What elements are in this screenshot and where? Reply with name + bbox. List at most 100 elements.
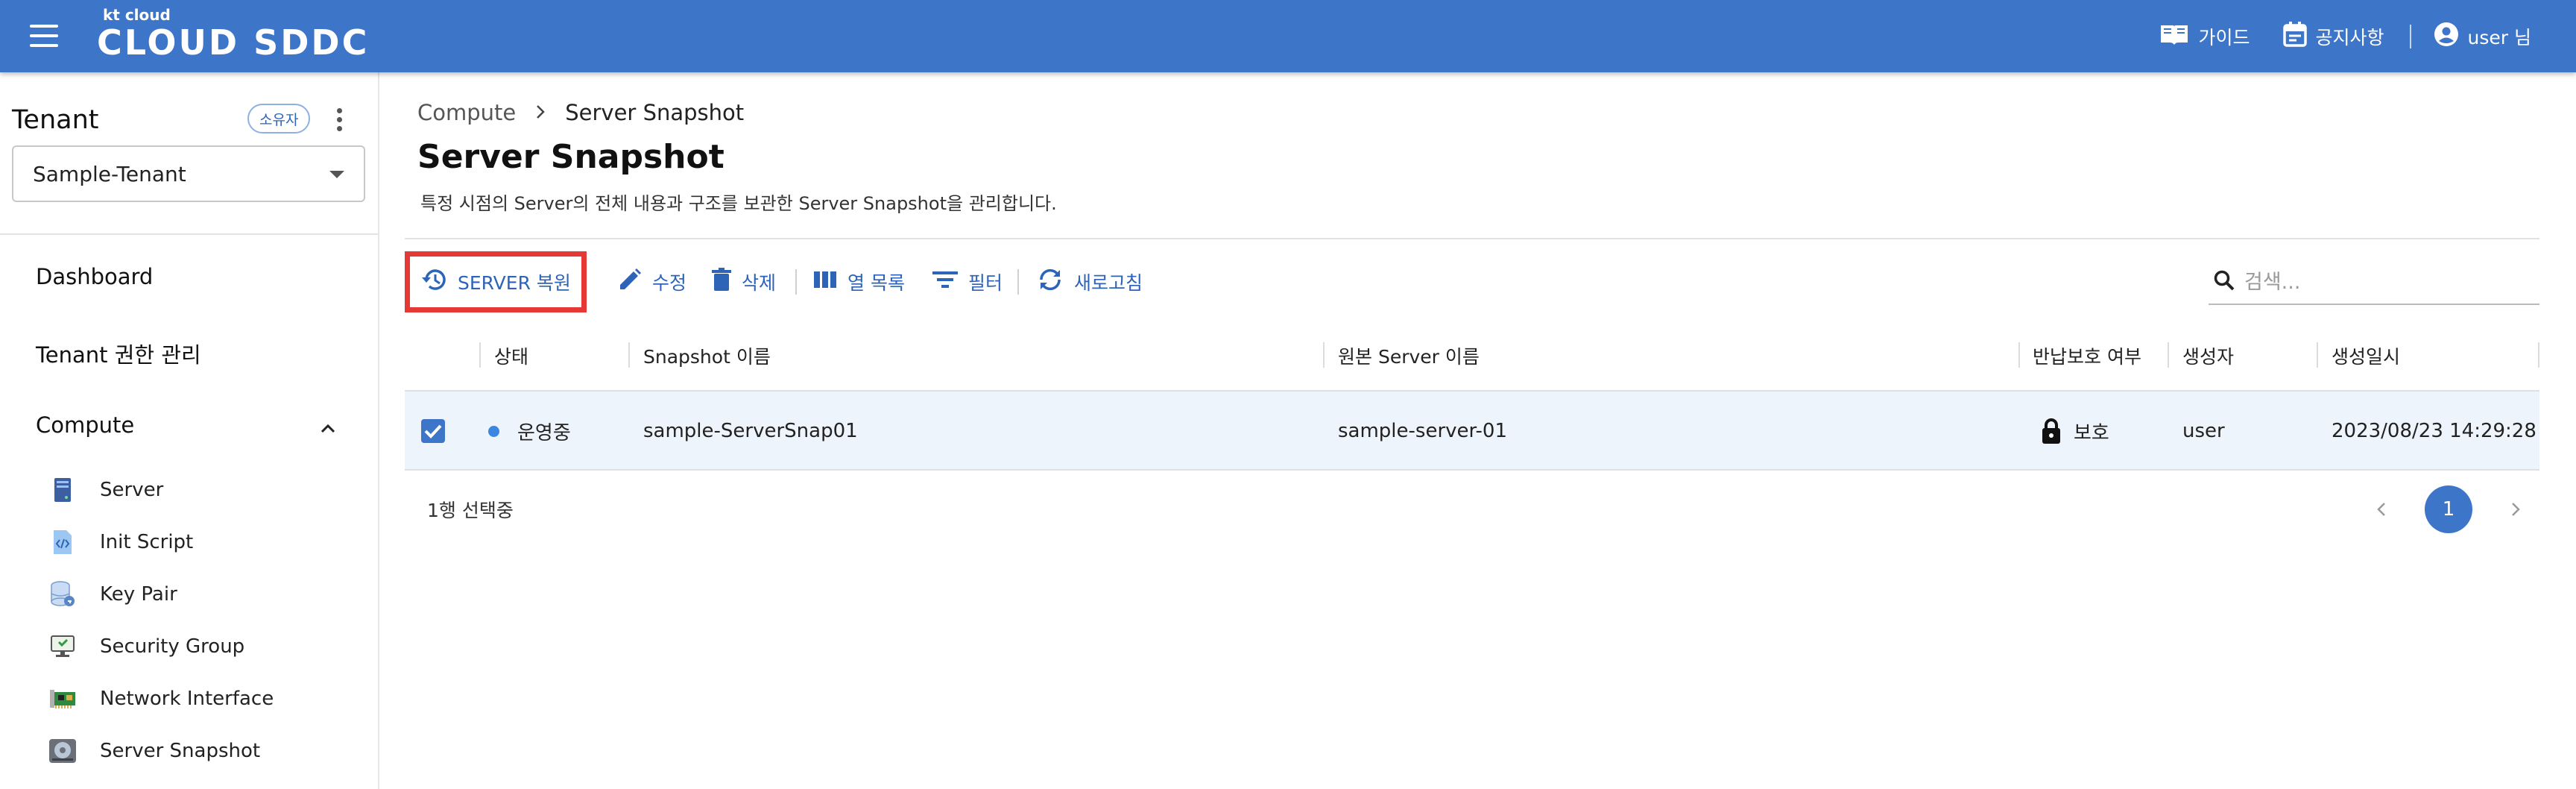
chevron-up-icon[interactable] [321,421,335,436]
toolbar-divider [1017,269,1019,295]
column-divider [1323,342,1325,368]
nav-compute[interactable]: Compute [36,412,134,438]
sidebar-item-security-group[interactable]: Security Group [48,632,244,661]
column-divider [2317,342,2318,368]
status-cell: 운영중 [488,392,571,471]
main-content: Compute Server Snapshot Server Snapshot … [381,72,2576,789]
header-creator[interactable]: 생성자 [2182,341,2234,371]
logo-small-text: kt cloud [103,6,171,24]
protection-text: 보호 [2074,421,2109,444]
chevron-right-icon [535,100,546,125]
server-icon [48,475,78,505]
refresh-label: 새로고침 [1074,272,1143,294]
notice-link[interactable]: 공지사항 [2282,21,2384,51]
delete-label: 삭제 [742,272,777,294]
header-protection[interactable]: 반납보호 여부 [2033,341,2141,371]
search-field[interactable] [2209,260,2539,305]
column-divider [2538,342,2539,368]
nav-dashboard[interactable]: Dashboard [36,264,153,289]
status-dot-icon [488,425,499,437]
row-select-cell [421,392,445,471]
trash-icon [712,268,731,296]
owner-badge[interactable]: 소유자 [247,104,311,133]
status-text: 운영중 [517,421,571,444]
key-pair-icon [48,579,78,609]
pencil-icon [618,268,642,296]
sidebar-item-key-pair[interactable]: Key Pair [48,579,177,609]
header-divider [405,238,2539,239]
column-divider [2018,342,2020,368]
column-divider [479,342,481,368]
tenant-select[interactable]: Sample-Tenant [12,145,365,202]
row-checkbox[interactable] [421,419,445,443]
filter-label: 필터 [968,272,1003,294]
table-header: 상태 Snapshot 이름 원본 Server 이름 반납보호 여부 생성자 … [405,320,2539,392]
creator-cell: user [2182,420,2225,442]
edit-button[interactable]: 수정 [618,251,686,312]
sidebar-item-label: Security Group [100,635,245,658]
restore-history-icon [420,267,447,297]
filter-button[interactable]: 필터 [932,251,1003,312]
source-server-cell: sample-server-01 [1338,420,1508,442]
notice-label: 공지사항 [2315,26,2384,48]
sidebar: Tenant 소유자 Sample-Tenant Dashboard Tenan… [0,72,379,789]
search-icon [2213,269,2235,295]
created-at-cell: 2023/08/23 14:29:28 [2332,420,2536,442]
sidebar-item-server-snapshot[interactable]: Server Snapshot [48,736,260,766]
check-icon [424,424,442,438]
column-divider [628,342,630,368]
refresh-icon [1037,268,1064,296]
sidebar-item-label: Network Interface [100,688,274,710]
delete-button[interactable]: 삭제 [712,251,776,312]
lock-icon [2041,418,2062,444]
guide-label: 가이드 [2198,26,2250,48]
dropdown-caret-icon [329,171,344,178]
hamburger-menu-icon[interactable] [30,25,58,47]
breadcrumb-compute[interactable]: Compute [417,100,516,125]
tenant-select-value: Sample-Tenant [33,161,186,186]
columns-button[interactable]: 열 목록 [813,251,905,312]
security-group-icon [48,632,78,661]
header-created-at[interactable]: 생성일시 [2332,341,2400,371]
sidebar-divider [0,233,378,235]
user-label: user 님 [2467,26,2531,48]
view-columns-icon [813,270,837,294]
header-snapshot-name[interactable]: Snapshot 이름 [643,341,771,371]
logo-big-text: CLOUD SDDC [97,22,370,63]
toolbar-divider [795,269,797,295]
calendar-icon [2282,21,2307,51]
protection-cell: 보호 [2041,392,2109,471]
page-description: 특정 시점의 Server의 전체 내용과 구조를 보관한 Server Sna… [420,193,1057,214]
init-script-icon [48,527,78,557]
selection-count: 1행 선택중 [427,500,514,521]
more-vert-icon[interactable] [334,107,344,133]
nav-tenant-auth[interactable]: Tenant 권한 관리 [36,338,201,369]
columns-label: 열 목록 [847,272,905,294]
edit-label: 수정 [652,272,687,294]
sidebar-item-network-interface[interactable]: Network Interface [48,684,274,714]
server-restore-label: SERVER 복원 [458,272,571,294]
refresh-button[interactable]: 새로고침 [1037,251,1143,312]
table-footer: 1행 선택중 1 [405,471,2539,548]
toolbar: SERVER 복원 수정 삭제 열 목록 필터 새로고침 검색... [405,251,2539,312]
tenant-title: Tenant [12,105,99,135]
sidebar-item-label: Key Pair [100,583,177,606]
page-number-button[interactable]: 1 [2425,485,2472,533]
network-interface-icon [48,684,78,714]
header-status[interactable]: 상태 [494,341,528,371]
sidebar-item-init-script[interactable]: Init Script [48,527,193,557]
user-menu[interactable]: user 님 [2434,22,2531,51]
header-source-server[interactable]: 원본 Server 이름 [1338,341,1480,371]
prev-page-icon[interactable] [2373,500,2390,518]
server-restore-button[interactable]: SERVER 복원 [405,251,587,312]
breadcrumb-current: Server Snapshot [565,100,745,125]
snapshot-table: 상태 Snapshot 이름 원본 Server 이름 반납보호 여부 생성자 … [405,320,2539,548]
guide-link[interactable]: 가이드 [2159,22,2250,51]
sidebar-item-server[interactable]: Server [48,475,163,505]
next-page-icon[interactable] [2507,500,2525,518]
filter-list-icon [932,270,958,294]
search-input[interactable] [2244,270,2528,294]
table-row[interactable]: 운영중 sample-ServerSnap01 sample-server-01… [405,392,2539,471]
book-icon [2159,22,2189,51]
sidebar-item-label: Server Snapshot [100,740,261,762]
